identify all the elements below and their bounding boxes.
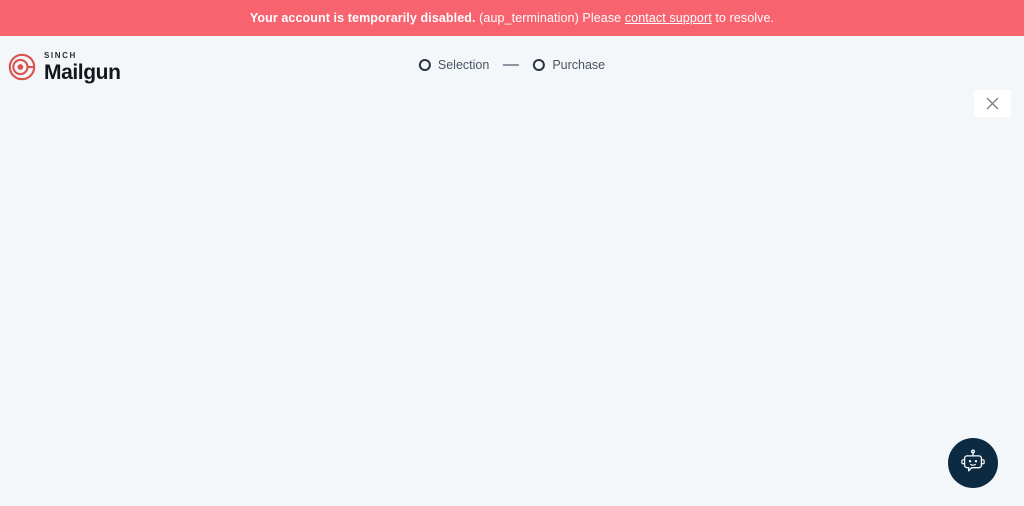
main-content-area (0, 98, 1024, 506)
banner-message-code: (aup_termination) Please (479, 11, 622, 25)
mailgun-logo[interactable]: SINCH Mailgun (8, 50, 121, 84)
close-icon (986, 97, 999, 110)
logo-wordmark: SINCH Mailgun (44, 50, 121, 84)
mailgun-at-spiral-icon (8, 53, 36, 81)
close-button[interactable] (974, 90, 1011, 117)
step-selection-circle-icon (418, 59, 431, 71)
banner-message-tail: to resolve. (715, 11, 775, 25)
robot-chat-icon (959, 449, 987, 477)
chat-support-button[interactable] (948, 438, 998, 488)
step-selection[interactable]: Selection (418, 58, 490, 72)
stepper-separator-icon (503, 64, 520, 66)
logo-sinch-text: SINCH (44, 50, 77, 60)
step-selection-label: Selection (437, 58, 490, 72)
logo-mailgun-text: Mailgun (44, 60, 121, 84)
banner-message-bold: Your account is temporarily disabled. (249, 11, 476, 25)
app-header: SINCH Mailgun Selection Purchase (0, 36, 1024, 117)
checkout-stepper: Selection Purchase (418, 58, 605, 72)
account-disabled-banner: Your account is temporarily disabled. (a… (0, 0, 1024, 36)
contact-support-link[interactable]: contact support (625, 11, 712, 25)
step-purchase-label: Purchase (552, 58, 606, 72)
step-purchase[interactable]: Purchase (533, 58, 605, 72)
step-purchase-circle-icon (533, 59, 546, 71)
